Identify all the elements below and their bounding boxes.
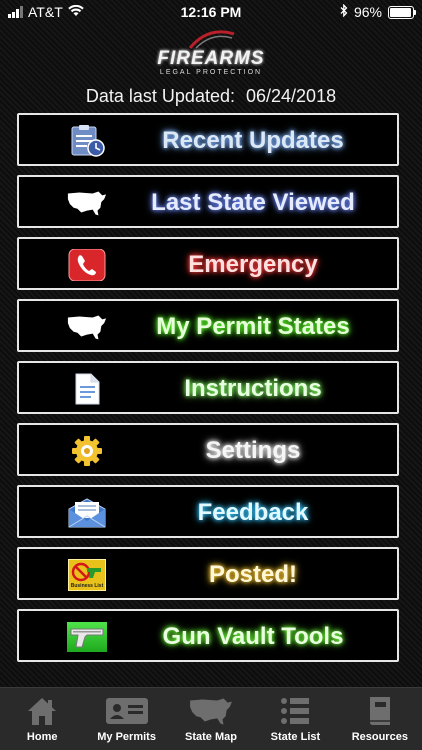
id-card-icon xyxy=(84,696,168,726)
instructions-label: Instructions xyxy=(184,375,322,402)
usa-map-icon xyxy=(169,696,253,726)
tab-home[interactable]: Home xyxy=(0,688,84,750)
posted-label: Posted! xyxy=(208,561,297,588)
tab-resources[interactable]: Resources xyxy=(338,688,422,750)
instructions-button[interactable]: Instructions xyxy=(17,361,399,414)
usa-map-icon xyxy=(66,187,108,219)
tab-bar: Home My Permits State Map State List Res… xyxy=(0,687,422,750)
my-permit-states-button[interactable]: My Permit States xyxy=(17,299,399,352)
logo-swoosh-icon xyxy=(188,30,235,49)
book-icon xyxy=(338,696,422,726)
tab-resources-label: Resources xyxy=(351,731,408,743)
data-updated-label: Data last Updated: xyxy=(85,86,235,106)
usa-map-icon xyxy=(66,311,108,343)
last-state-viewed-label: Last State Viewed xyxy=(151,189,355,216)
recent-updates-button[interactable]: Recent Updates xyxy=(17,113,399,166)
last-state-viewed-button[interactable]: Last State Viewed xyxy=(17,175,399,228)
feedback-label: Feedback xyxy=(197,499,309,526)
my-permit-states-label: My Permit States xyxy=(156,313,350,340)
bluetooth-icon xyxy=(340,3,348,20)
data-updated: Data last Updated: 06/24/2018 xyxy=(0,86,422,107)
battery-percent: 96% xyxy=(353,4,382,20)
pistol-icon xyxy=(66,621,108,653)
logo-subtitle: LEGAL PROTECTION xyxy=(159,69,263,76)
tab-state-list-label: State List xyxy=(270,731,321,743)
envelope-icon xyxy=(66,497,108,529)
tab-my-permits[interactable]: My Permits xyxy=(84,688,168,750)
tab-my-permits-label: My Permits xyxy=(97,731,156,743)
gun-vault-tools-button[interactable]: Gun Vault Tools xyxy=(17,609,399,662)
posted-button[interactable]: Business List Posted! xyxy=(17,547,399,600)
gun-vault-tools-label: Gun Vault Tools xyxy=(162,623,344,650)
tab-home-label: Home xyxy=(26,731,58,743)
battery-icon xyxy=(388,5,416,19)
tab-state-list[interactable]: State List xyxy=(253,688,337,750)
recent-updates-label: Recent Updates xyxy=(162,127,344,154)
app-logo: FIREARMS LEGAL PROTECTION xyxy=(0,28,422,78)
logo-brand: FIREARMS xyxy=(157,48,265,69)
business-list-icon: Business List xyxy=(66,559,108,591)
emergency-button[interactable]: Emergency xyxy=(17,237,399,290)
tab-state-map[interactable]: State Map xyxy=(169,688,253,750)
home-icon xyxy=(0,696,84,726)
phone-icon xyxy=(66,249,108,281)
gear-icon xyxy=(66,435,108,467)
settings-label: Settings xyxy=(205,437,301,464)
list-icon xyxy=(253,696,337,726)
document-icon xyxy=(66,373,108,405)
business-list-text: Business List xyxy=(70,583,104,589)
emergency-label: Emergency xyxy=(188,251,318,278)
feedback-button[interactable]: Feedback xyxy=(17,485,399,538)
settings-button[interactable]: Settings xyxy=(17,423,399,476)
main-menu: Recent Updates Last State Viewed Emergen… xyxy=(17,113,399,671)
status-bar: AT&T 12:16 PM 96% xyxy=(0,0,422,24)
clipboard-clock-icon xyxy=(66,125,108,157)
data-updated-date: 06/24/2018 xyxy=(246,86,337,106)
tab-state-map-label: State Map xyxy=(185,731,237,743)
